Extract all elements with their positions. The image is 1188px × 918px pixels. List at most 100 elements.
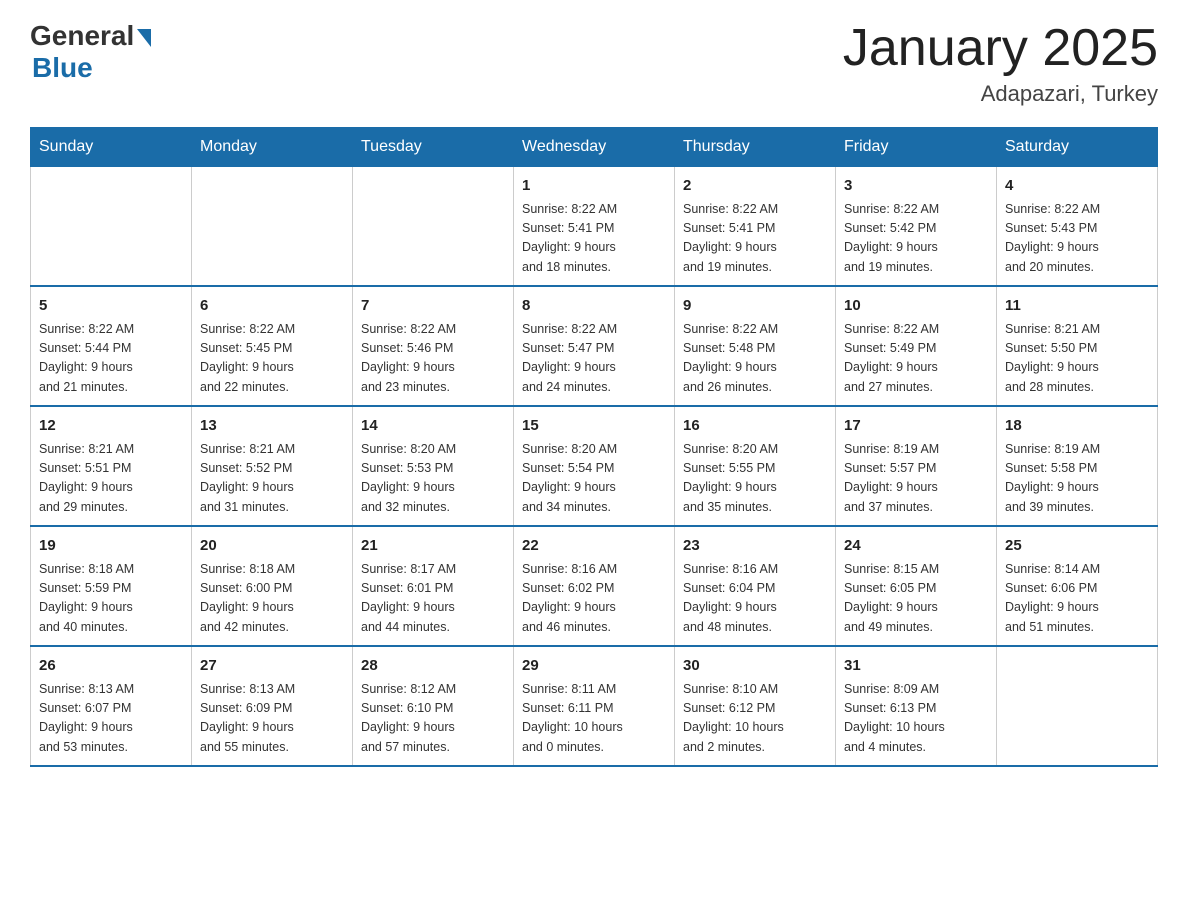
calendar-subtitle: Adapazari, Turkey bbox=[843, 81, 1158, 107]
calendar-cell: 30Sunrise: 8:10 AM Sunset: 6:12 PM Dayli… bbox=[675, 646, 836, 766]
week-row-5: 26Sunrise: 8:13 AM Sunset: 6:07 PM Dayli… bbox=[31, 646, 1158, 766]
calendar-cell: 2Sunrise: 8:22 AM Sunset: 5:41 PM Daylig… bbox=[675, 167, 836, 287]
day-number: 14 bbox=[361, 415, 505, 438]
logo: General Blue bbox=[30, 20, 151, 84]
calendar-cell: 20Sunrise: 8:18 AM Sunset: 6:00 PM Dayli… bbox=[192, 526, 353, 646]
weekday-header-monday: Monday bbox=[192, 128, 353, 167]
calendar-cell: 11Sunrise: 8:21 AM Sunset: 5:50 PM Dayli… bbox=[997, 286, 1158, 406]
logo-general-text: General bbox=[30, 20, 134, 52]
day-number: 30 bbox=[683, 655, 827, 678]
day-info: Sunrise: 8:19 AM Sunset: 5:57 PM Dayligh… bbox=[844, 440, 988, 518]
day-info: Sunrise: 8:14 AM Sunset: 6:06 PM Dayligh… bbox=[1005, 560, 1149, 638]
day-number: 25 bbox=[1005, 535, 1149, 558]
day-info: Sunrise: 8:16 AM Sunset: 6:04 PM Dayligh… bbox=[683, 560, 827, 638]
calendar-cell: 27Sunrise: 8:13 AM Sunset: 6:09 PM Dayli… bbox=[192, 646, 353, 766]
day-info: Sunrise: 8:12 AM Sunset: 6:10 PM Dayligh… bbox=[361, 680, 505, 758]
calendar-cell: 17Sunrise: 8:19 AM Sunset: 5:57 PM Dayli… bbox=[836, 406, 997, 526]
calendar-cell: 28Sunrise: 8:12 AM Sunset: 6:10 PM Dayli… bbox=[353, 646, 514, 766]
calendar-cell bbox=[192, 167, 353, 287]
day-number: 1 bbox=[522, 175, 666, 198]
day-number: 4 bbox=[1005, 175, 1149, 198]
calendar-cell: 18Sunrise: 8:19 AM Sunset: 5:58 PM Dayli… bbox=[997, 406, 1158, 526]
calendar-cell: 1Sunrise: 8:22 AM Sunset: 5:41 PM Daylig… bbox=[514, 167, 675, 287]
weekday-header-thursday: Thursday bbox=[675, 128, 836, 167]
day-number: 31 bbox=[844, 655, 988, 678]
calendar-cell: 23Sunrise: 8:16 AM Sunset: 6:04 PM Dayli… bbox=[675, 526, 836, 646]
calendar-cell bbox=[353, 167, 514, 287]
calendar-cell: 7Sunrise: 8:22 AM Sunset: 5:46 PM Daylig… bbox=[353, 286, 514, 406]
calendar-cell: 6Sunrise: 8:22 AM Sunset: 5:45 PM Daylig… bbox=[192, 286, 353, 406]
calendar-cell: 5Sunrise: 8:22 AM Sunset: 5:44 PM Daylig… bbox=[31, 286, 192, 406]
day-number: 7 bbox=[361, 295, 505, 318]
calendar-cell: 14Sunrise: 8:20 AM Sunset: 5:53 PM Dayli… bbox=[353, 406, 514, 526]
day-info: Sunrise: 8:19 AM Sunset: 5:58 PM Dayligh… bbox=[1005, 440, 1149, 518]
week-row-3: 12Sunrise: 8:21 AM Sunset: 5:51 PM Dayli… bbox=[31, 406, 1158, 526]
day-number: 10 bbox=[844, 295, 988, 318]
day-info: Sunrise: 8:16 AM Sunset: 6:02 PM Dayligh… bbox=[522, 560, 666, 638]
calendar-cell: 16Sunrise: 8:20 AM Sunset: 5:55 PM Dayli… bbox=[675, 406, 836, 526]
weekday-header-saturday: Saturday bbox=[997, 128, 1158, 167]
day-info: Sunrise: 8:15 AM Sunset: 6:05 PM Dayligh… bbox=[844, 560, 988, 638]
weekday-header-wednesday: Wednesday bbox=[514, 128, 675, 167]
calendar-cell: 4Sunrise: 8:22 AM Sunset: 5:43 PM Daylig… bbox=[997, 167, 1158, 287]
day-info: Sunrise: 8:18 AM Sunset: 5:59 PM Dayligh… bbox=[39, 560, 183, 638]
day-info: Sunrise: 8:22 AM Sunset: 5:48 PM Dayligh… bbox=[683, 320, 827, 398]
calendar-cell: 19Sunrise: 8:18 AM Sunset: 5:59 PM Dayli… bbox=[31, 526, 192, 646]
calendar-cell: 9Sunrise: 8:22 AM Sunset: 5:48 PM Daylig… bbox=[675, 286, 836, 406]
day-number: 11 bbox=[1005, 295, 1149, 318]
calendar-cell: 8Sunrise: 8:22 AM Sunset: 5:47 PM Daylig… bbox=[514, 286, 675, 406]
weekday-header-sunday: Sunday bbox=[31, 128, 192, 167]
day-info: Sunrise: 8:17 AM Sunset: 6:01 PM Dayligh… bbox=[361, 560, 505, 638]
logo-blue-text: Blue bbox=[32, 52, 93, 84]
calendar-cell: 10Sunrise: 8:22 AM Sunset: 5:49 PM Dayli… bbox=[836, 286, 997, 406]
day-number: 17 bbox=[844, 415, 988, 438]
week-row-4: 19Sunrise: 8:18 AM Sunset: 5:59 PM Dayli… bbox=[31, 526, 1158, 646]
day-number: 16 bbox=[683, 415, 827, 438]
day-number: 28 bbox=[361, 655, 505, 678]
day-number: 13 bbox=[200, 415, 344, 438]
calendar-cell: 21Sunrise: 8:17 AM Sunset: 6:01 PM Dayli… bbox=[353, 526, 514, 646]
day-info: Sunrise: 8:22 AM Sunset: 5:49 PM Dayligh… bbox=[844, 320, 988, 398]
day-number: 9 bbox=[683, 295, 827, 318]
day-info: Sunrise: 8:18 AM Sunset: 6:00 PM Dayligh… bbox=[200, 560, 344, 638]
calendar-table: SundayMondayTuesdayWednesdayThursdayFrid… bbox=[30, 127, 1158, 767]
day-number: 29 bbox=[522, 655, 666, 678]
day-info: Sunrise: 8:22 AM Sunset: 5:41 PM Dayligh… bbox=[522, 200, 666, 278]
page-header: General Blue January 2025 Adapazari, Tur… bbox=[30, 20, 1158, 107]
title-area: January 2025 Adapazari, Turkey bbox=[843, 20, 1158, 107]
calendar-cell: 29Sunrise: 8:11 AM Sunset: 6:11 PM Dayli… bbox=[514, 646, 675, 766]
calendar-cell: 12Sunrise: 8:21 AM Sunset: 5:51 PM Dayli… bbox=[31, 406, 192, 526]
day-info: Sunrise: 8:22 AM Sunset: 5:44 PM Dayligh… bbox=[39, 320, 183, 398]
calendar-cell: 26Sunrise: 8:13 AM Sunset: 6:07 PM Dayli… bbox=[31, 646, 192, 766]
calendar-cell: 15Sunrise: 8:20 AM Sunset: 5:54 PM Dayli… bbox=[514, 406, 675, 526]
day-number: 8 bbox=[522, 295, 666, 318]
day-number: 24 bbox=[844, 535, 988, 558]
day-number: 20 bbox=[200, 535, 344, 558]
day-number: 18 bbox=[1005, 415, 1149, 438]
day-number: 6 bbox=[200, 295, 344, 318]
weekday-header-friday: Friday bbox=[836, 128, 997, 167]
day-number: 26 bbox=[39, 655, 183, 678]
day-info: Sunrise: 8:22 AM Sunset: 5:46 PM Dayligh… bbox=[361, 320, 505, 398]
day-number: 21 bbox=[361, 535, 505, 558]
calendar-cell: 25Sunrise: 8:14 AM Sunset: 6:06 PM Dayli… bbox=[997, 526, 1158, 646]
day-info: Sunrise: 8:10 AM Sunset: 6:12 PM Dayligh… bbox=[683, 680, 827, 758]
day-info: Sunrise: 8:22 AM Sunset: 5:42 PM Dayligh… bbox=[844, 200, 988, 278]
day-number: 2 bbox=[683, 175, 827, 198]
day-info: Sunrise: 8:09 AM Sunset: 6:13 PM Dayligh… bbox=[844, 680, 988, 758]
calendar-title: January 2025 bbox=[843, 20, 1158, 77]
day-info: Sunrise: 8:20 AM Sunset: 5:53 PM Dayligh… bbox=[361, 440, 505, 518]
calendar-cell bbox=[997, 646, 1158, 766]
day-info: Sunrise: 8:22 AM Sunset: 5:47 PM Dayligh… bbox=[522, 320, 666, 398]
day-info: Sunrise: 8:11 AM Sunset: 6:11 PM Dayligh… bbox=[522, 680, 666, 758]
week-row-2: 5Sunrise: 8:22 AM Sunset: 5:44 PM Daylig… bbox=[31, 286, 1158, 406]
calendar-cell: 31Sunrise: 8:09 AM Sunset: 6:13 PM Dayli… bbox=[836, 646, 997, 766]
day-info: Sunrise: 8:13 AM Sunset: 6:09 PM Dayligh… bbox=[200, 680, 344, 758]
day-number: 3 bbox=[844, 175, 988, 198]
day-number: 23 bbox=[683, 535, 827, 558]
day-number: 15 bbox=[522, 415, 666, 438]
logo-arrow-icon bbox=[137, 29, 151, 47]
day-number: 12 bbox=[39, 415, 183, 438]
day-info: Sunrise: 8:21 AM Sunset: 5:51 PM Dayligh… bbox=[39, 440, 183, 518]
day-info: Sunrise: 8:13 AM Sunset: 6:07 PM Dayligh… bbox=[39, 680, 183, 758]
